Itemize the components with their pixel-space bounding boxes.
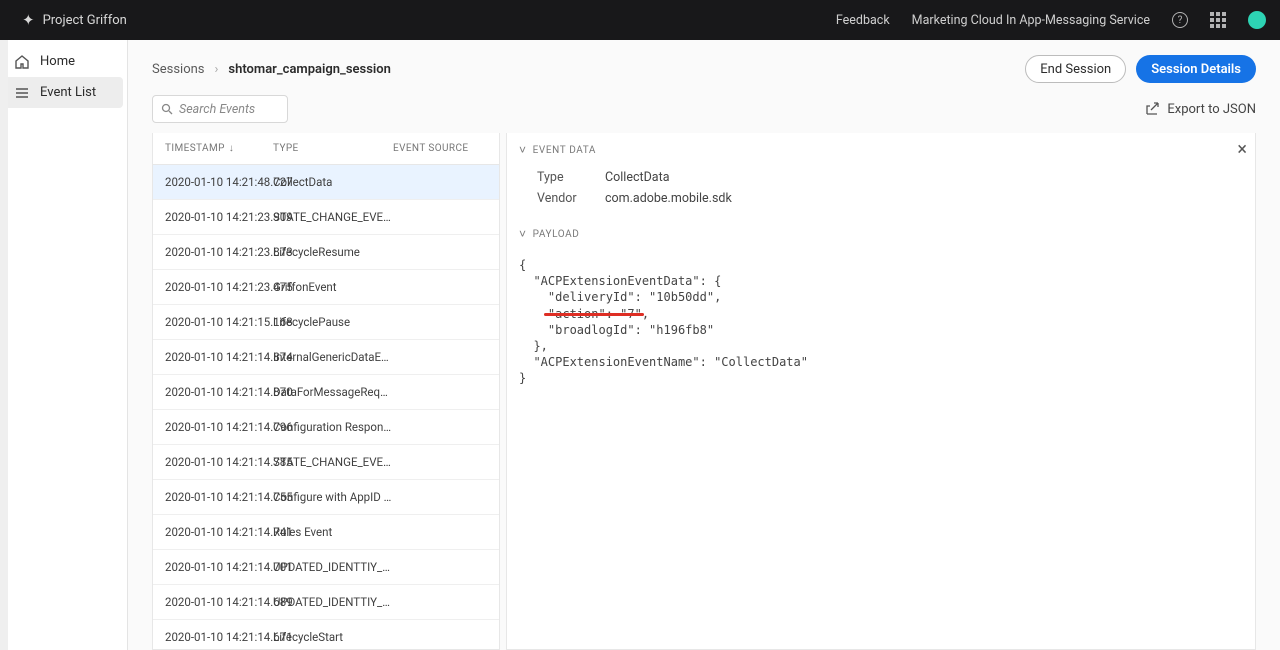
cell-type: UPDATED_IDENTTIY_RESP xyxy=(273,595,393,609)
annotation-underline xyxy=(544,313,644,316)
cell-timestamp: 2020-01-10 14:21:15.168 xyxy=(165,315,273,329)
cell-timestamp: 2020-01-10 14:21:14.701 xyxy=(165,560,273,574)
feedback-link[interactable]: Feedback xyxy=(836,13,890,28)
table-row[interactable]: 2020-01-10 14:21:14.689UPDATED_IDENTTIY_… xyxy=(153,585,499,620)
cell-timestamp: 2020-01-10 14:21:23.873 xyxy=(165,245,273,259)
event-vendor-row: Vendor com.adobe.mobile.sdk xyxy=(507,188,1255,209)
event-detail-panel: × ˅ EVENT DATA Type CollectData Vendor c… xyxy=(506,133,1256,650)
cell-timestamp: 2020-01-10 14:21:14.755 xyxy=(165,490,273,504)
left-sidebar: Home Event List xyxy=(0,40,128,650)
toolbar: Search Events Export to JSON xyxy=(128,83,1280,133)
cell-type: DataForMessageRequest xyxy=(273,385,393,399)
payload-json[interactable]: { "ACPExtensionEventData": { "deliveryId… xyxy=(507,251,1255,399)
col-event-source[interactable]: EVENT SOURCE xyxy=(393,143,487,154)
col-type[interactable]: TYPE xyxy=(273,143,393,154)
events-table: TIMESTAMP ↓ TYPE EVENT SOURCE 2020-01-10… xyxy=(152,133,500,650)
home-icon xyxy=(14,55,30,69)
search-icon xyxy=(161,103,173,115)
session-details-button[interactable]: Session Details xyxy=(1136,55,1256,83)
cell-type: Configure with AppID Inter xyxy=(273,490,393,504)
sidebar-item-event-list[interactable]: Event List xyxy=(4,77,123,108)
cell-type: GriffonEvent xyxy=(273,280,393,294)
cell-type: STATE_CHANGE_EVENT xyxy=(273,455,393,469)
table-row[interactable]: 2020-01-10 14:21:14.874InternalGenericDa… xyxy=(153,340,499,375)
cell-type: CollectData xyxy=(273,175,393,189)
breadcrumb-current: shtomar_campaign_session xyxy=(228,62,391,77)
service-label[interactable]: Marketing Cloud In App-Messaging Service xyxy=(912,13,1150,28)
table-row[interactable]: 2020-01-10 14:21:14.755Configure with Ap… xyxy=(153,480,499,515)
section-event-data[interactable]: ˅ EVENT DATA xyxy=(507,133,1255,167)
cell-type: Configuration Response Ev xyxy=(273,420,393,434)
table-row[interactable]: 2020-01-10 14:21:14.701UPDATED_IDENTTIY_… xyxy=(153,550,499,585)
app-title: Project Griffon xyxy=(43,13,127,28)
breadcrumb: Sessions › shtomar_campaign_session xyxy=(152,62,391,77)
avatar[interactable] xyxy=(1248,11,1266,29)
top-bar: ✦ Project Griffon Feedback Marketing Clo… xyxy=(0,0,1280,40)
cell-type: STATE_CHANGE_EVENT xyxy=(273,210,393,224)
search-input[interactable]: Search Events xyxy=(152,95,288,123)
cell-type: LifecycleStart xyxy=(273,630,393,644)
table-row[interactable]: 2020-01-10 14:21:23.475GriffonEvent xyxy=(153,270,499,305)
cell-type: LifecycleResume xyxy=(273,245,393,259)
cell-type: LifecyclePause xyxy=(273,315,393,329)
list-icon xyxy=(14,86,30,100)
event-type-row: Type CollectData xyxy=(507,167,1255,188)
close-icon[interactable]: × xyxy=(1237,139,1247,160)
chevron-down-icon: ˅ xyxy=(519,227,527,241)
cell-timestamp: 2020-01-10 14:21:14.874 xyxy=(165,350,273,364)
table-row[interactable]: 2020-01-10 14:21:15.168LifecyclePause xyxy=(153,305,499,340)
table-row[interactable]: 2020-01-10 14:21:14.671LifecycleStart xyxy=(153,620,499,650)
apps-icon[interactable] xyxy=(1210,12,1226,28)
cell-timestamp: 2020-01-10 14:21:14.870 xyxy=(165,385,273,399)
chevron-right-icon: › xyxy=(215,62,219,77)
table-row[interactable]: 2020-01-10 14:21:23.909STATE_CHANGE_EVEN… xyxy=(153,200,499,235)
table-row[interactable]: 2020-01-10 14:21:23.873LifecycleResume xyxy=(153,235,499,270)
col-timestamp[interactable]: TIMESTAMP ↓ xyxy=(165,143,273,154)
cell-timestamp: 2020-01-10 14:21:48.727 xyxy=(165,175,273,189)
page-header: Sessions › shtomar_campaign_session End … xyxy=(128,40,1280,83)
table-row[interactable]: 2020-01-10 14:21:14.741Rules Event xyxy=(153,515,499,550)
cell-timestamp: 2020-01-10 14:21:14.785 xyxy=(165,455,273,469)
table-row[interactable]: 2020-01-10 14:21:14.785STATE_CHANGE_EVEN… xyxy=(153,445,499,480)
table-row[interactable]: 2020-01-10 14:21:14.796Configuration Res… xyxy=(153,410,499,445)
table-header: TIMESTAMP ↓ TYPE EVENT SOURCE xyxy=(153,133,499,165)
sidebar-item-label: Home xyxy=(40,54,75,69)
sidebar-item-home[interactable]: Home xyxy=(0,46,127,77)
cell-timestamp: 2020-01-10 14:21:14.796 xyxy=(165,420,273,434)
resize-handle[interactable] xyxy=(499,370,500,400)
sort-down-icon: ↓ xyxy=(229,143,234,154)
table-row[interactable]: 2020-01-10 14:21:48.727CollectData xyxy=(153,165,499,200)
cell-type: Rules Event xyxy=(273,525,393,539)
sidebar-item-label: Event List xyxy=(40,85,96,100)
griffon-icon: ✦ xyxy=(22,13,35,28)
end-session-button[interactable]: End Session xyxy=(1025,55,1126,83)
chevron-down-icon: ˅ xyxy=(519,143,527,157)
export-icon xyxy=(1145,102,1159,116)
export-json-button[interactable]: Export to JSON xyxy=(1145,102,1256,117)
cell-timestamp: 2020-01-10 14:21:14.671 xyxy=(165,630,273,644)
breadcrumb-parent[interactable]: Sessions xyxy=(152,62,205,77)
cell-timestamp: 2020-01-10 14:21:23.475 xyxy=(165,280,273,294)
cell-timestamp: 2020-01-10 14:21:14.689 xyxy=(165,595,273,609)
cell-type: UPDATED_IDENTTIY_RESP xyxy=(273,560,393,574)
section-payload[interactable]: ˅ PAYLOAD xyxy=(507,217,1255,251)
cell-timestamp: 2020-01-10 14:21:23.909 xyxy=(165,210,273,224)
app-logo[interactable]: ✦ Project Griffon xyxy=(22,13,127,28)
help-icon[interactable]: ? xyxy=(1172,12,1188,28)
table-row[interactable]: 2020-01-10 14:21:14.870DataForMessageReq… xyxy=(153,375,499,410)
cell-timestamp: 2020-01-10 14:21:14.741 xyxy=(165,525,273,539)
cell-type: InternalGenericDataEvent xyxy=(273,350,393,364)
